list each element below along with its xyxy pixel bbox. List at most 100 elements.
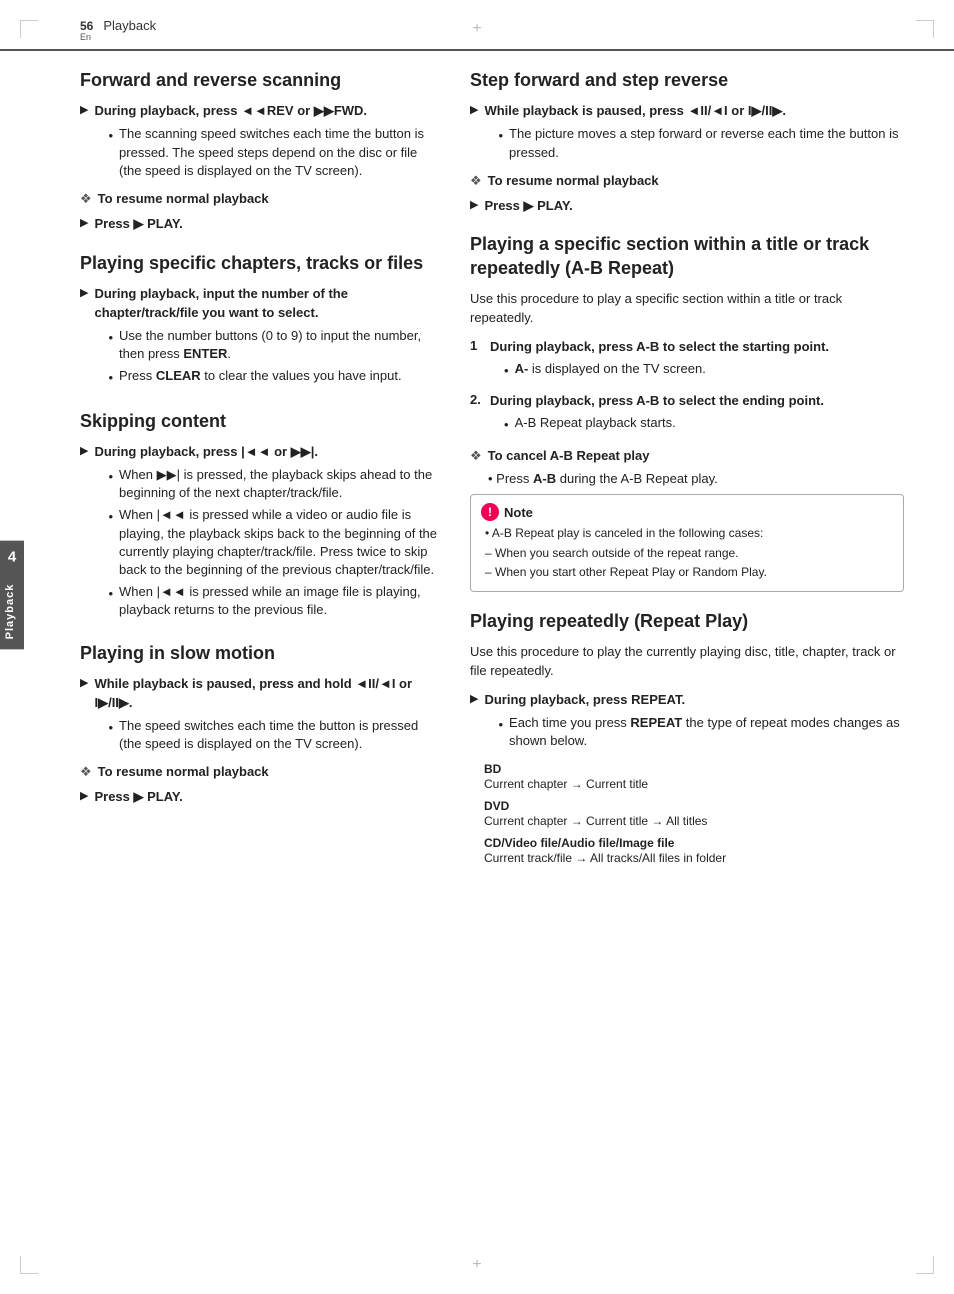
ab-repeat-step2: 2. During playback, press A-B to select …: [470, 392, 904, 438]
slow-press-play: Press ▶ PLAY.: [94, 788, 182, 807]
slow-motion-resume-label: ❖ To resume normal playback: [80, 763, 440, 782]
repeat-play-step1: ▶ During playback, press REPEAT. • Each …: [470, 691, 904, 754]
arrow-icon5: ▶: [80, 676, 88, 689]
bd-label: BD: [484, 762, 904, 776]
arrow-icon6: ▶: [80, 789, 88, 802]
section-step-forward: Step forward and step reverse ▶ While pl…: [470, 69, 904, 215]
arrow-icon2: ▶: [80, 216, 88, 229]
note-header: ! Note: [481, 503, 893, 521]
resume-label: To resume normal playback: [98, 190, 269, 209]
ab-sub1: A- is displayed on the TV screen.: [515, 360, 706, 378]
corner-mark-bl: [20, 1256, 38, 1274]
ab-repeat-step1: 1 During playback, press A-B to select t…: [470, 338, 904, 384]
dot-icon8: •: [498, 127, 503, 146]
diamond-icon3: ❖: [470, 173, 482, 189]
arrow-icon8: ▶: [470, 198, 478, 211]
repeat-sub1: Each time you press REPEAT the type of r…: [509, 714, 904, 750]
dot-icon11: •: [498, 716, 503, 735]
step-forward-step1: ▶ While playback is paused, press ◄II/◄I…: [470, 102, 904, 165]
specific-chapters-step1: ▶ During playback, input the number of t…: [80, 285, 440, 392]
arrow-icon4: ▶: [80, 444, 88, 457]
repeat-mode-dvd: DVD Current chapter → Current title → Al…: [484, 799, 904, 830]
step-press-play: Press ▶ PLAY.: [484, 197, 572, 216]
dot-icon10: •: [504, 416, 509, 434]
dot-icon7: •: [108, 719, 113, 738]
dot-icon: •: [108, 127, 113, 146]
corner-mark-tl: [20, 20, 38, 38]
diamond-icon4: ❖: [470, 448, 482, 464]
section-ab-repeat: Playing a specific section within a titl…: [470, 233, 904, 591]
cd-value: Current track/file → All tracks/All file…: [484, 850, 904, 867]
corner-mark-br: [916, 1256, 934, 1274]
diamond-icon2: ❖: [80, 764, 92, 780]
slow-motion-press-play: ▶ Press ▶ PLAY.: [80, 788, 440, 807]
skipping-step1: ▶ During playback, press |◄◄ or ▶▶|. • W…: [80, 443, 440, 623]
step-sub1: The picture moves a step forward or reve…: [509, 125, 904, 161]
repeat-play-title: Playing repeatedly (Repeat Play): [470, 610, 904, 633]
ab-repeat-intro: Use this procedure to play a specific se…: [470, 290, 904, 328]
note-item2: When you start other Repeat Play or Rand…: [485, 564, 893, 581]
step-forward-resume-label: ❖ To resume normal playback: [470, 172, 904, 191]
repeat-modes-list: BD Current chapter → Current title DVD C…: [484, 762, 904, 866]
slow-motion-title: Playing in slow motion: [80, 642, 440, 665]
page-chapter-title: Playback: [103, 18, 156, 33]
skipping-step1-text: During playback, press |◄◄ or ▶▶|. • Whe…: [94, 443, 440, 623]
step-forward-press-play: ▶ Press ▶ PLAY.: [470, 197, 904, 216]
num-2: 2.: [470, 392, 484, 407]
content-area: Forward and reverse scanning ▶ During pl…: [0, 69, 954, 904]
dot-icon6: •: [108, 585, 113, 604]
skip-sub3: When |◄◄ is pressed while an image file …: [119, 583, 440, 619]
note-item1: When you search outside of the repeat ra…: [485, 545, 893, 562]
dot-icon4: •: [108, 468, 113, 487]
sub-bullet3: Press CLEAR to clear the values you have…: [119, 367, 402, 385]
ab-step1-text: During playback, press A-B to select the…: [490, 338, 829, 384]
ab-step2-text: During playback, press A-B to select the…: [490, 392, 824, 438]
dot-icon5: •: [108, 508, 113, 527]
forward-reverse-resume-label: ❖ To resume normal playback: [80, 190, 440, 209]
skipping-title: Skipping content: [80, 410, 440, 433]
arrow-icon9: ▶: [470, 692, 478, 705]
section-specific-chapters: Playing specific chapters, tracks or fil…: [80, 252, 440, 392]
left-column: Forward and reverse scanning ▶ During pl…: [80, 69, 440, 884]
ab-sub2: A-B Repeat playback starts.: [515, 414, 676, 432]
section-slow-motion: Playing in slow motion ▶ While playback …: [80, 642, 440, 807]
ab-repeat-title: Playing a specific section within a titl…: [470, 233, 904, 280]
slow-motion-step1: ▶ While playback is paused, press and ho…: [80, 675, 440, 757]
step-resume-label: To resume normal playback: [488, 172, 659, 191]
dvd-value: Current chapter → Current title → All ti…: [484, 813, 904, 830]
forward-reverse-step1-text: During playback, press ◄◄REV or ▶▶FWD. •…: [94, 102, 440, 183]
diamond-icon: ❖: [80, 191, 92, 207]
specific-chapters-step1-text: During playback, input the number of the…: [94, 285, 440, 392]
section-repeat-play: Playing repeatedly (Repeat Play) Use thi…: [470, 610, 904, 867]
slow-motion-step1-text: While playback is paused, press and hold…: [94, 675, 440, 757]
cross-bottom: [472, 1256, 481, 1274]
cross-top: [472, 20, 481, 38]
arrow-icon3: ▶: [80, 286, 88, 299]
forward-reverse-title: Forward and reverse scanning: [80, 69, 440, 92]
arrow-icon: ▶: [80, 103, 88, 116]
sub-bullet-text: The scanning speed switches each time th…: [119, 125, 440, 180]
section-forward-reverse: Forward and reverse scanning ▶ During pl…: [80, 69, 440, 233]
forward-reverse-step1: ▶ During playback, press ◄◄REV or ▶▶FWD.…: [80, 102, 440, 183]
dot-icon2: •: [108, 329, 113, 348]
arrow-icon7: ▶: [470, 103, 478, 116]
ab-cancel-sub: • Press A-B during the A-B Repeat play.: [488, 471, 718, 486]
press-play-text: Press ▶ PLAY.: [94, 215, 182, 234]
corner-mark-tr: [916, 20, 934, 38]
skip-sub1: When ▶▶| is pressed, the playback skips …: [119, 466, 440, 502]
specific-chapters-title: Playing specific chapters, tracks or fil…: [80, 252, 440, 275]
skip-sub2: When |◄◄ is pressed while a video or aud…: [119, 506, 440, 579]
repeat-play-intro: Use this procedure to play the currently…: [470, 643, 904, 681]
dvd-label: DVD: [484, 799, 904, 813]
note-icon: !: [481, 503, 499, 521]
note-body: • A-B Repeat play is canceled in the fol…: [481, 525, 893, 580]
slow-resume-label: To resume normal playback: [98, 763, 269, 782]
step-forward-step1-text: While playback is paused, press ◄II/◄I o…: [484, 102, 904, 165]
forward-reverse-press-play: ▶ Press ▶ PLAY.: [80, 215, 440, 234]
dot-icon3: •: [108, 369, 113, 388]
note-title: Note: [504, 505, 533, 520]
dot-icon9: •: [504, 362, 509, 380]
repeat-mode-bd: BD Current chapter → Current title: [484, 762, 904, 793]
cd-label: CD/Video file/Audio file/Image file: [484, 836, 904, 850]
section-skipping: Skipping content ▶ During playback, pres…: [80, 410, 440, 624]
